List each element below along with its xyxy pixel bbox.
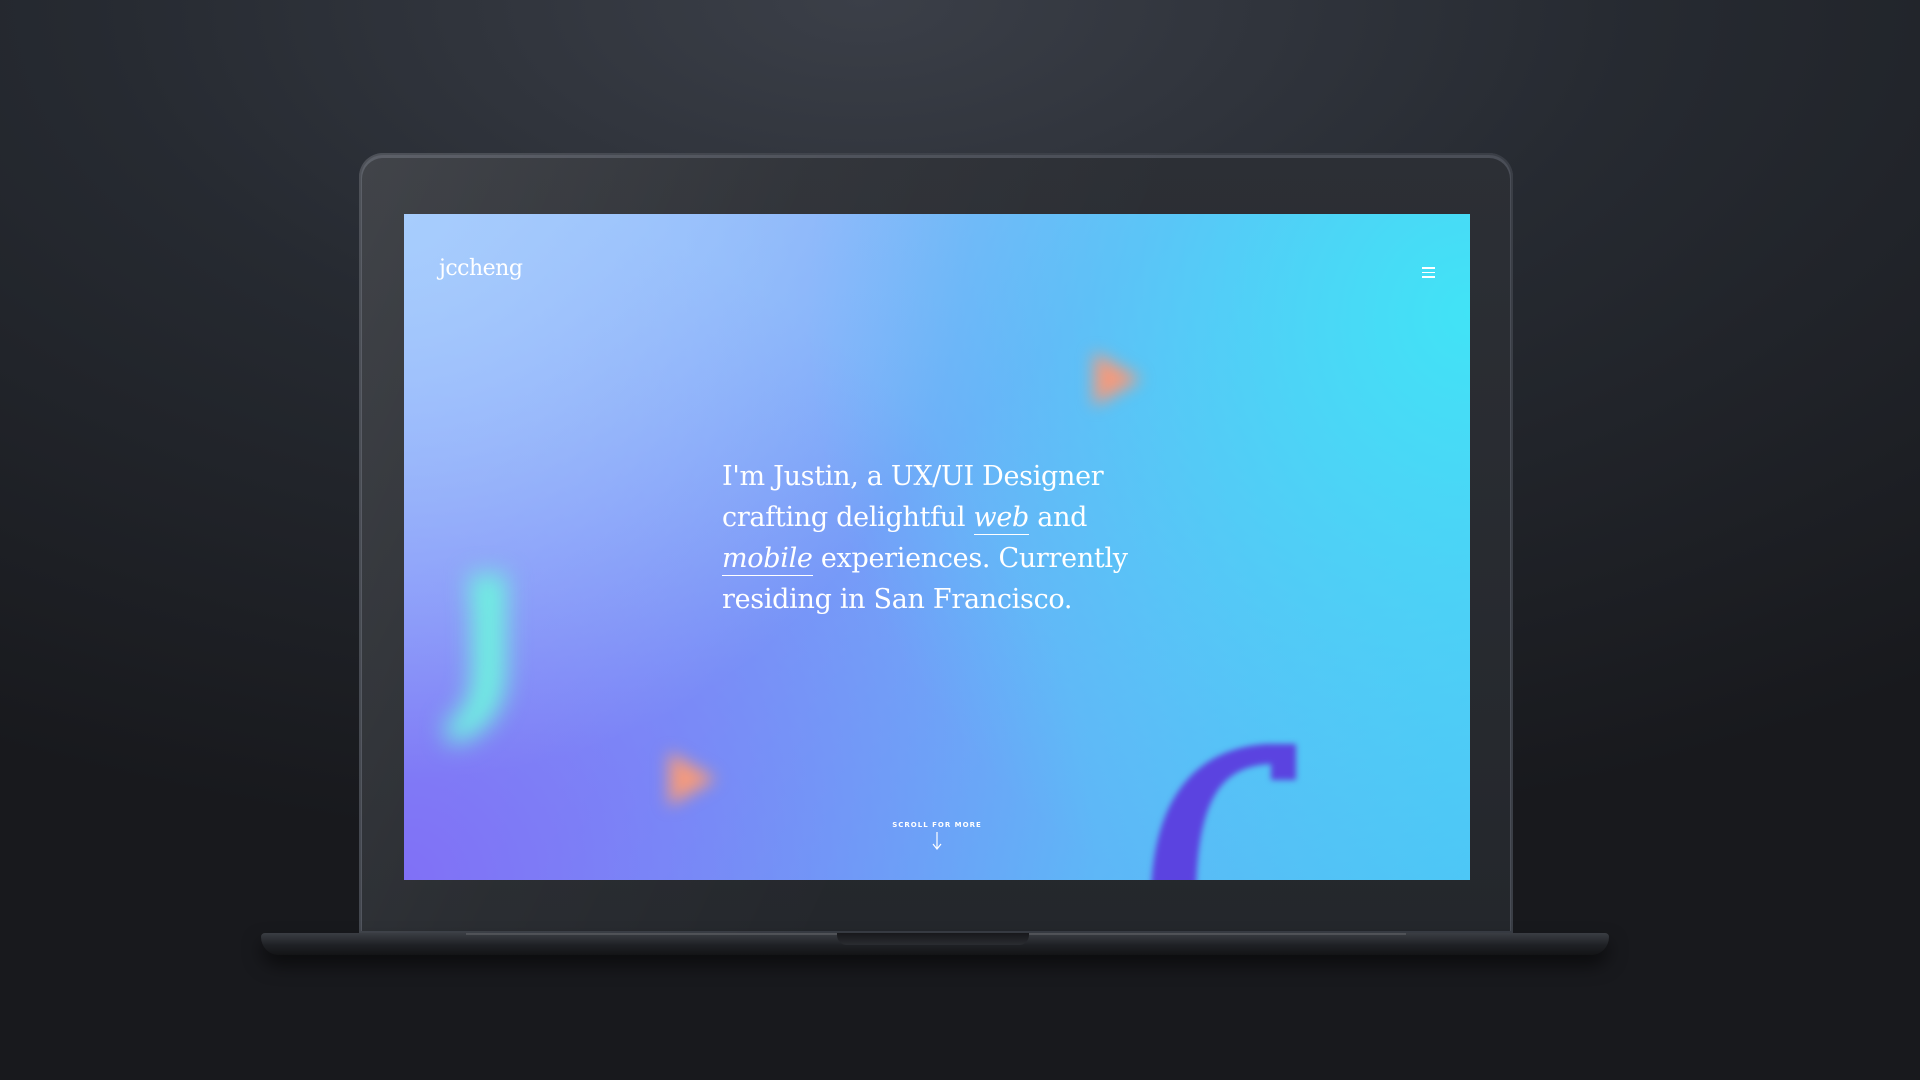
scroll-for-more[interactable]: SCROLL FOR MORE	[877, 821, 997, 850]
hamburger-menu-icon[interactable]	[1422, 267, 1435, 278]
web-link[interactable]: web	[973, 502, 1029, 535]
site-logo[interactable]: jccheng	[439, 256, 523, 281]
laptop-screen: jccheng I'm Justin, a UX/UI Designer cra…	[404, 214, 1470, 880]
menu-bar	[1422, 276, 1435, 278]
laptop-base	[261, 933, 1609, 955]
blurred-c-shape	[1151, 744, 1296, 880]
menu-bar	[1422, 267, 1435, 269]
hero-line-4: residing in San Francisco.	[722, 584, 1073, 615]
blurred-triangle-bottom	[669, 752, 716, 806]
hero-line-3-suffix: experiences. Currently	[812, 543, 1128, 574]
hero-intro: I'm Justin, a UX/UI Designer crafting de…	[722, 456, 1152, 620]
arrow-down-icon	[932, 832, 942, 850]
hero-line-2-suffix: and	[1029, 502, 1088, 533]
menu-bar	[1422, 271, 1435, 273]
scroll-label: SCROLL FOR MORE	[892, 821, 982, 829]
laptop-notch	[837, 933, 1029, 945]
hero-line-2-prefix: crafting delightful	[722, 502, 974, 533]
blurred-triangle-top	[1094, 352, 1141, 406]
mobile-link[interactable]: mobile	[722, 543, 813, 576]
blurred-j-shape	[444, 574, 506, 744]
hero-line-1: I'm Justin, a UX/UI Designer	[722, 461, 1104, 492]
